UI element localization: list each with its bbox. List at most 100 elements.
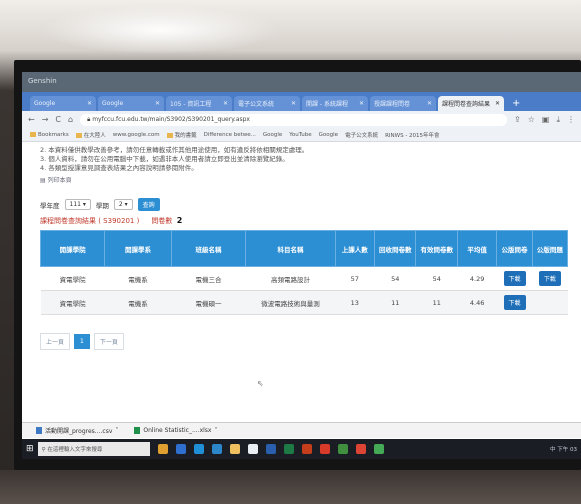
- column-header: 開課學系: [104, 230, 172, 267]
- cell-course: 高頻電路設計: [245, 266, 336, 291]
- cell-college: 資電學院: [40, 290, 105, 315]
- mail-icon[interactable]: [193, 444, 204, 454]
- store-icon[interactable]: [175, 444, 186, 454]
- back-arrow-icon[interactable]: ←: [28, 115, 35, 124]
- download-item[interactable]: 活動開課_progres....csv ˄: [36, 426, 118, 435]
- cell-dept: 電機系: [104, 290, 172, 315]
- folder-icon[interactable]: [229, 444, 240, 454]
- cell-enrolled: 57: [335, 266, 375, 291]
- bookmark-item[interactable]: 電子公文系統: [345, 131, 378, 139]
- browser-tab[interactable]: Google ✕: [98, 96, 164, 111]
- powerpoint-icon[interactable]: [301, 444, 312, 454]
- column-header: 有效問卷數: [415, 230, 458, 267]
- menu-icon[interactable]: ⋮: [567, 115, 575, 124]
- chevron-up-icon: ˄: [214, 427, 218, 434]
- survey-table: 開課學院 開課學系 班級名稱 科目名稱 上課人數 回收問卷數 有效問卷數 平均值…: [39, 230, 569, 315]
- tab-label: 電子公文系統: [238, 101, 275, 108]
- reload-icon[interactable]: C: [55, 115, 61, 124]
- column-header: 科目名稱: [245, 230, 336, 267]
- close-icon[interactable]: ✕: [495, 100, 500, 107]
- browser-tab[interactable]: Google ✕: [30, 96, 96, 111]
- bookmark-item[interactable]: www.google.com: [113, 132, 160, 138]
- forward-arrow-icon[interactable]: →: [42, 115, 49, 124]
- bookmark-item[interactable]: 我的書籤: [166, 131, 197, 139]
- bookmark-item[interactable]: Difference betwe...: [204, 132, 256, 138]
- close-icon[interactable]: ✕: [427, 100, 432, 107]
- cell-action: [532, 290, 568, 315]
- browser-tab[interactable]: 105 - 資訊工程 ✕: [166, 96, 232, 111]
- year-select[interactable]: 111 ▾: [64, 199, 91, 210]
- page-title: 課程問卷查詢結果 ( S390201 ): [40, 217, 140, 225]
- close-icon[interactable]: ✕: [155, 100, 160, 107]
- windows-start-icon[interactable]: ⊞: [26, 444, 34, 454]
- cell-dept: 電機系: [104, 266, 172, 291]
- notice-item: 4. 各類型授課意見調查表結果之內容說明請參閱附件。: [40, 164, 198, 172]
- url-field[interactable]: 🔒︎ myfccu.fcu.edu.tw/main/S3902/S390201_…: [80, 113, 508, 126]
- count-label: 問卷數: [151, 217, 173, 225]
- new-tab-icon[interactable]: +: [506, 98, 526, 111]
- chevron-down-icon: ▾: [124, 201, 128, 208]
- taskbar-search-input[interactable]: ⚲ 在這裡輸入文字來搜尋: [37, 442, 150, 456]
- column-header: 平均值: [456, 230, 498, 267]
- file-icon: [36, 427, 42, 434]
- bookmark-item[interactable]: Bookmarks: [30, 131, 69, 138]
- next-page-button[interactable]: 下一頁: [93, 333, 124, 350]
- bookmark-item[interactable]: 在大陸人: [75, 131, 106, 139]
- taskbar: ⊞ ⚲ 在這裡輸入文字來搜尋 中 下午 03: [22, 439, 581, 459]
- chrome-icon[interactable]: [355, 444, 366, 454]
- download-button[interactable]: 下載: [503, 295, 526, 310]
- tab-label: Google: [34, 100, 56, 107]
- column-header: 上課人數: [334, 230, 376, 267]
- bookmark-item[interactable]: Google: [319, 132, 338, 138]
- notice-item: 2. 本資料僅供教學改善參考，請勿任意轉載或作其他用途使用，如有違反將依相關規定…: [40, 146, 309, 154]
- bookmark-item[interactable]: YouTube: [289, 132, 311, 138]
- term-select[interactable]: 2 ▾: [113, 199, 133, 210]
- bookmark-item[interactable]: Google: [263, 132, 282, 138]
- close-icon[interactable]: ✕: [223, 100, 228, 107]
- notice-item: 3. 個人資料，請勿在公用電腦中下載，如遇非本人使用者請立即登出並清除瀏覽紀錄。: [40, 155, 289, 163]
- home-icon[interactable]: ⌂: [68, 115, 73, 124]
- edge-icon[interactable]: [211, 444, 222, 454]
- app-icon[interactable]: [337, 444, 348, 454]
- cell-college: 資電學院: [40, 266, 105, 291]
- star-icon[interactable]: ☆: [528, 115, 535, 124]
- download-item[interactable]: Online Statistic_....xlsx ˄: [134, 427, 217, 434]
- tab-label: 開課 - 系統課程: [306, 101, 348, 108]
- share-icon[interactable]: ⇪: [514, 115, 521, 124]
- print-link[interactable]: ▤ 列印本頁: [40, 175, 563, 184]
- column-header: 回收問卷數: [373, 230, 417, 267]
- close-icon[interactable]: ✕: [359, 100, 364, 107]
- tab-strip: Google ✕ Google ✕ 105 - 資訊工程 ✕ 電子公文系統 ✕ 開課 -…: [22, 92, 581, 111]
- prev-page-button[interactable]: 上一頁: [40, 333, 71, 350]
- browser-tab[interactable]: 授課課程問卷 ✕: [370, 96, 436, 111]
- file-explorer-icon[interactable]: [157, 444, 168, 454]
- os-title: Genshin: [28, 77, 57, 85]
- cell-returned: 11: [374, 290, 416, 315]
- tab-label: Google: [102, 100, 124, 107]
- system-tray-clock[interactable]: 中 下午 03: [550, 445, 577, 453]
- download-button[interactable]: 下載: [503, 271, 526, 286]
- line-icon[interactable]: [373, 444, 384, 454]
- acrobat-icon[interactable]: [319, 444, 330, 454]
- chrome-icon[interactable]: [247, 444, 258, 454]
- download-icon[interactable]: ⤓: [556, 115, 560, 125]
- browser-tab[interactable]: 開課 - 系統課程 ✕: [302, 96, 368, 111]
- year-label: 學年度: [40, 201, 60, 210]
- excel-icon[interactable]: [283, 444, 294, 454]
- folder-icon: [75, 132, 82, 138]
- cell-returned: 54: [374, 266, 416, 291]
- bookmark-item[interactable]: RINWS - 2015年年會: [385, 131, 439, 139]
- cell-course: 微波電路技術與量測: [245, 290, 336, 315]
- page-number-button[interactable]: 1: [74, 334, 90, 349]
- close-icon[interactable]: ✕: [87, 100, 92, 107]
- url-text: myfccu.fcu.edu.tw/main/S3902/S390201_que…: [92, 115, 250, 123]
- count-value: 2: [176, 216, 183, 225]
- browser-tab[interactable]: 電子公文系統 ✕: [234, 96, 300, 111]
- query-button[interactable]: 查詢: [137, 198, 160, 211]
- download-button[interactable]: 下載: [538, 271, 561, 286]
- close-icon[interactable]: ✕: [291, 100, 296, 107]
- extension-icon[interactable]: ▣: [542, 115, 550, 124]
- word-icon[interactable]: [265, 444, 276, 454]
- notice-list: 2. 本資料僅供教學改善參考，請勿任意轉載或作其他用途使用，如有違反將依相關規定…: [40, 146, 563, 173]
- browser-tab-active[interactable]: 課程問卷查詢結果 ✕: [438, 96, 504, 111]
